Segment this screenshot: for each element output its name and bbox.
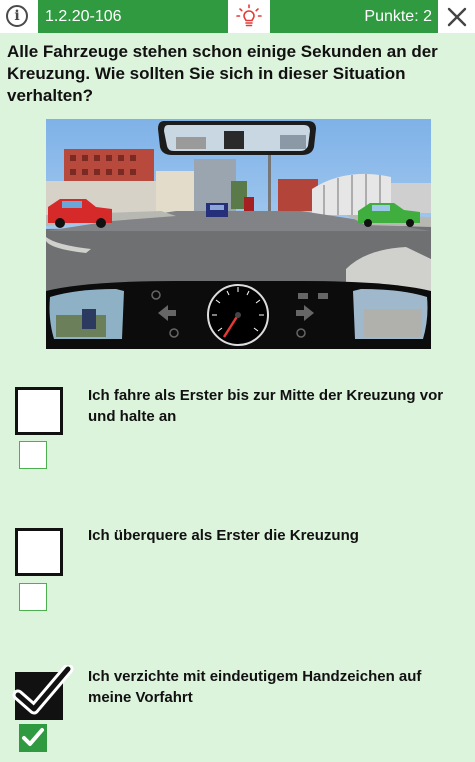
solution-checkbox [19, 724, 47, 752]
checkmark-icon [12, 665, 74, 715]
lightbulb-icon[interactable] [232, 2, 266, 32]
close-icon[interactable] [446, 6, 468, 28]
question-image [46, 119, 431, 349]
points-label: Punkte: 2 [270, 0, 438, 33]
solution-checkbox [19, 583, 47, 611]
checkmark-icon [22, 728, 44, 746]
answer-checkbox[interactable] [15, 528, 63, 576]
solution-checkbox [19, 441, 47, 469]
answer-text: Ich fahre als Erster bis zur Mitte der K… [88, 387, 444, 425]
answer-text: Ich verzichte mit eindeutigem Handzeiche… [88, 668, 422, 706]
question-text: Alle Fahrzeuge stehen schon einige Sekun… [7, 42, 438, 105]
info-icon[interactable]: i [6, 5, 28, 27]
answer-checkbox[interactable] [15, 387, 63, 435]
top-bar: i 1.2.20-106 Punkte: 2 [0, 0, 475, 33]
answer-text: Ich überquere als Erster die Kreuzung [88, 527, 359, 544]
question-id-label: 1.2.20-106 [38, 0, 228, 33]
answer-checkbox[interactable] [12, 665, 74, 720]
